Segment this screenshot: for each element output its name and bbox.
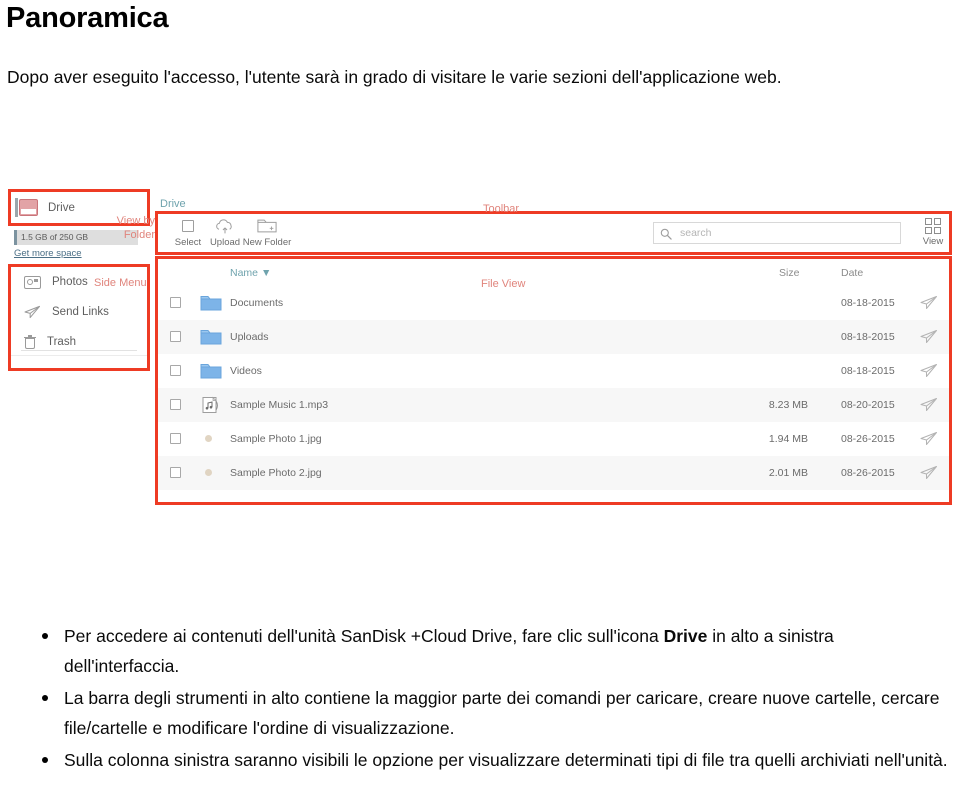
cloud-upload-icon	[214, 218, 236, 235]
intro-paragraph: Dopo aver eseguito l'accesso, l'utente s…	[7, 67, 782, 87]
file-list-header: Name ▼ Size Date	[158, 259, 949, 286]
row-checkbox[interactable]	[170, 399, 181, 410]
row-size: 2.01 MB	[768, 467, 808, 479]
share-icon[interactable]	[920, 295, 938, 310]
bullet-text-pre: Sulla colonna sinistra saranno visibili …	[64, 750, 948, 770]
column-header-date[interactable]: Date	[841, 267, 863, 279]
breadcrumb[interactable]: Drive	[160, 198, 186, 210]
bullet-dot	[42, 633, 48, 639]
share-icon[interactable]	[920, 363, 938, 378]
column-header-name[interactable]: Name ▼	[230, 267, 271, 279]
row-checkbox[interactable]	[170, 433, 181, 444]
bullet-text-pre: La barra degli strumenti in alto contien…	[64, 688, 940, 738]
row-date: 08-18-2015	[841, 331, 895, 343]
search-input[interactable]: search	[653, 222, 901, 244]
storage-meter-fill	[14, 230, 17, 245]
camera-icon	[24, 275, 41, 289]
list-item: Per accedere ai contenuti dell'unità San…	[36, 622, 951, 681]
search-icon	[660, 227, 672, 240]
music-file-icon	[200, 396, 222, 414]
bullet-dot	[42, 695, 48, 701]
page-title: Panoramica	[6, 2, 169, 34]
share-icon[interactable]	[920, 329, 938, 344]
row-name: Sample Photo 1.jpg	[230, 433, 322, 445]
toolbar: Select Upload New Folder search View	[157, 213, 950, 253]
folder-icon	[200, 362, 222, 380]
sidebar-divider	[21, 350, 137, 351]
table-row[interactable]: Sample Music 1.mp3 8.23 MB 08-20-2015	[158, 388, 949, 422]
photo-thumbnail	[200, 430, 222, 448]
row-date: 08-18-2015	[841, 297, 895, 309]
bullet-text-bold: Drive	[663, 626, 708, 646]
bullet-list: Per accedere ai contenuti dell'unità San…	[36, 622, 951, 779]
new-folder-icon	[257, 218, 277, 234]
grid-view-icon	[924, 218, 942, 235]
annotation-label-view-by-folder: View by Folder	[116, 215, 155, 241]
sidebar-item-send-links[interactable]: Send Links	[11, 297, 147, 327]
annotation-label-side-menu: Side Menu	[94, 277, 147, 289]
table-row[interactable]: Sample Photo 2.jpg 2.01 MB 08-26-2015	[158, 456, 949, 490]
folder-icon	[200, 328, 222, 346]
search-placeholder: search	[680, 227, 712, 239]
sort-descending-icon: ▼	[260, 267, 272, 279]
annotation-label-file-view: File View	[481, 278, 526, 290]
new-folder-button-label: New Folder	[242, 237, 292, 248]
sidebar-item-label: Trash	[47, 336, 76, 348]
sidebar-item-label: Send Links	[52, 306, 109, 318]
row-date: 08-26-2015	[841, 467, 895, 479]
paper-plane-icon	[24, 305, 41, 319]
share-icon[interactable]	[920, 397, 938, 412]
photo-thumbnail	[200, 464, 222, 482]
row-checkbox[interactable]	[170, 467, 181, 478]
view-button-label: View	[922, 236, 944, 247]
table-row[interactable]: Sample Photo 1.jpg 1.94 MB 08-26-2015	[158, 422, 949, 456]
annotation-label-toolbar: Toolbar	[483, 203, 520, 215]
sidebar-drive-label: Drive	[48, 201, 75, 214]
drive-icon	[19, 199, 38, 216]
get-more-space-link[interactable]: Get more space	[14, 248, 82, 259]
list-item: La barra degli strumenti in alto contien…	[36, 684, 951, 743]
row-size: 1.94 MB	[768, 433, 808, 445]
file-view: Name ▼ Size Date Documents 08-18-2015 Up…	[157, 258, 950, 503]
column-header-size[interactable]: Size	[779, 267, 799, 279]
row-checkbox[interactable]	[170, 297, 181, 308]
row-name: Sample Music 1.mp3	[230, 399, 329, 411]
embedded-app-screenshot: Drive 1.5 GB of 250 GB Get more space Ph…	[0, 186, 959, 511]
storage-label: 1.5 GB of 250 GB	[21, 232, 89, 242]
list-item: Sulla colonna sinistra saranno visibili …	[36, 746, 951, 776]
row-name: Documents	[230, 297, 284, 309]
trash-icon	[24, 335, 36, 349]
new-folder-button[interactable]: New Folder	[235, 216, 299, 248]
sidebar-item-trash[interactable]: Trash	[11, 327, 147, 357]
row-name: Videos	[230, 365, 262, 377]
checkbox-icon	[182, 220, 194, 232]
share-icon[interactable]	[920, 431, 938, 446]
folder-icon	[200, 294, 222, 312]
row-name: Sample Photo 2.jpg	[230, 467, 322, 479]
bullet-dot	[42, 757, 48, 763]
row-checkbox[interactable]	[170, 331, 181, 342]
bullet-text-pre: Per accedere ai contenuti dell'unità San…	[64, 626, 664, 646]
view-toggle-button[interactable]: View	[916, 218, 950, 247]
table-row[interactable]: Documents 08-18-2015	[158, 286, 949, 320]
sidebar-item-label: Photos	[52, 276, 88, 288]
share-icon[interactable]	[920, 465, 938, 480]
row-date: 08-18-2015	[841, 365, 895, 377]
table-row[interactable]: Videos 08-18-2015	[158, 354, 949, 388]
drive-active-marker	[15, 198, 18, 217]
row-checkbox[interactable]	[170, 365, 181, 376]
row-date: 08-20-2015	[841, 399, 895, 411]
table-row[interactable]: Uploads 08-18-2015	[158, 320, 949, 354]
row-date: 08-26-2015	[841, 433, 895, 445]
row-size: 8.23 MB	[768, 399, 808, 411]
row-name: Uploads	[230, 331, 269, 343]
